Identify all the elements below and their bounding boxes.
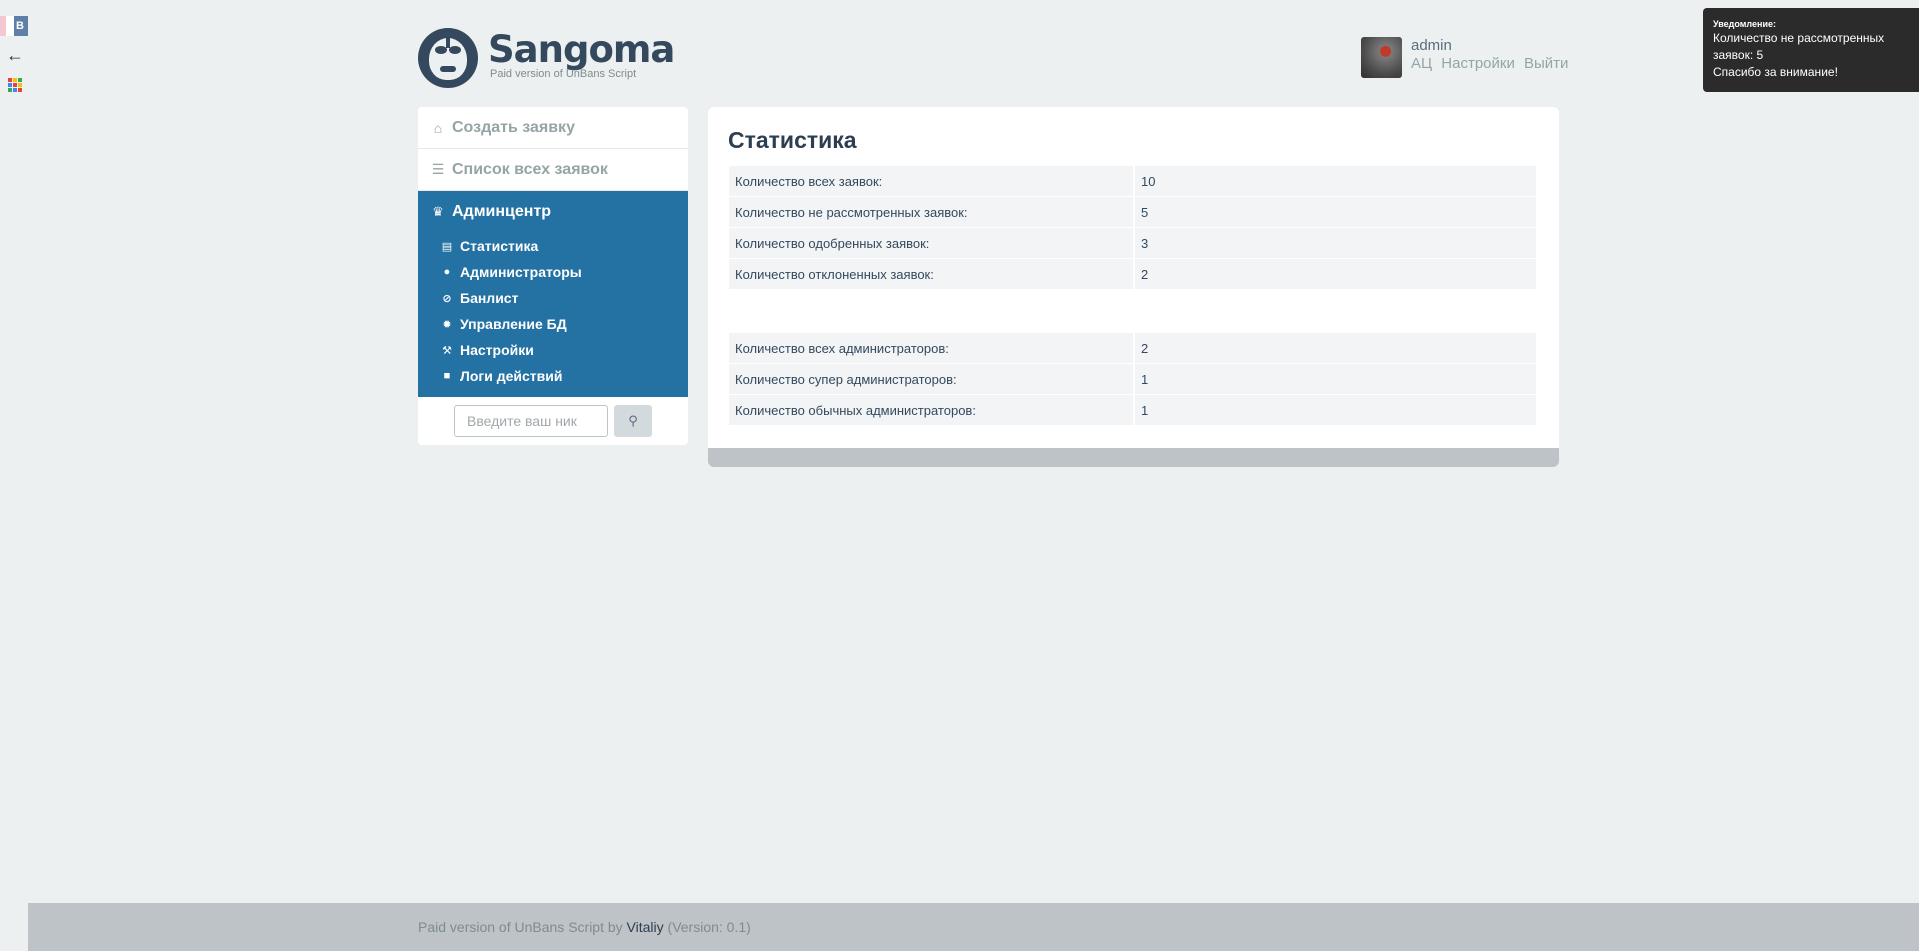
stat-value: 10 [1135, 166, 1536, 197]
sidebar-item-label: Управление БД [460, 316, 567, 332]
sidebar-item-db-management[interactable]: ✹ Управление БД [418, 311, 688, 337]
stat-label: Количество отклоненных заявок: [729, 259, 1135, 290]
search-icon: ⚲ [628, 413, 638, 428]
home-icon: ⌂ [433, 119, 443, 136]
sidebar-item-statistics[interactable]: ▤ Статистика [418, 233, 688, 259]
nav-admin-center-label: Админцентр [452, 203, 552, 220]
sidebar-item-action-logs[interactable]: ■ Логи действий [418, 363, 688, 389]
notification-line2: Спасибо за внимание! [1713, 65, 1838, 79]
table-row: Количество всех администраторов: 2 [729, 333, 1536, 364]
table-row: Количество отклоненных заявок: 2 [729, 259, 1536, 290]
footer-prefix: Paid version of UnBans Script by [418, 919, 627, 935]
user-icon: ● [443, 266, 451, 278]
avatar[interactable] [1361, 37, 1402, 78]
stat-label: Количество супер администраторов: [729, 364, 1135, 395]
link-admin-center[interactable]: АЦ [1411, 55, 1432, 72]
sidebar-item-label: Логи действий [460, 368, 563, 384]
table-row: Количество не рассмотренных заявок: 5 [729, 197, 1536, 228]
statistics-panel: Статистика Количество всех заявок: 10 Ко… [708, 107, 1559, 467]
page-title: Статистика [728, 127, 857, 153]
stat-value: 1 [1135, 395, 1536, 426]
sidebar-item-label: Настройки [460, 342, 534, 358]
apps-grid-icon[interactable] [8, 78, 22, 92]
nav-admin-center[interactable]: ♛ Админцентр [418, 191, 688, 233]
link-settings[interactable]: Настройки [1441, 55, 1515, 72]
browser-tab-b[interactable]: B [0, 16, 28, 36]
footer-author-link[interactable]: Vitaliy [627, 919, 664, 935]
user-box: admin АЦ Настройки Выйти [1361, 37, 1573, 78]
table-row: Количество обычных администраторов: 1 [729, 395, 1536, 426]
nav-create-request-label: Создать заявку [452, 118, 575, 136]
logo-title: Sangoma [488, 28, 675, 71]
apps-grid-dot [18, 88, 22, 92]
apps-grid-dot [13, 83, 17, 87]
link-logout[interactable]: Выйти [1524, 55, 1568, 72]
panel-footer-bar [708, 448, 1559, 467]
browser-side-strip: B ← [0, 0, 28, 951]
notification-popup[interactable]: Уведомление: Количество не рассмотренных… [1703, 8, 1919, 92]
crown-icon: ♛ [432, 204, 444, 219]
notification-line1: Количество не рассмотренных заявок: 5 [1713, 31, 1885, 62]
site-logo[interactable]: Sangoma Paid version of UnBans Script [418, 28, 675, 88]
user-name[interactable]: admin [1411, 37, 1573, 55]
page-footer: Paid version of UnBans Script by Vitaliy… [28, 903, 1919, 951]
admin-center-section: ♛ Админцентр ▤ Статистика ● Администрато… [418, 191, 688, 397]
nav-request-list-label: Список всех заявок [452, 160, 608, 178]
nick-search-button[interactable]: ⚲ [614, 405, 652, 437]
table-row: Количество всех заявок: 10 [729, 166, 1536, 197]
stat-label: Количество всех администраторов: [729, 333, 1135, 364]
clipboard-icon: ▤ [441, 240, 453, 253]
stat-value: 5 [1135, 197, 1536, 228]
nav-create-request[interactable]: ⌂ Создать заявку [418, 107, 688, 149]
sidebar-item-administrators[interactable]: ● Администраторы [418, 259, 688, 285]
wrench-icon: ⚒ [442, 344, 452, 357]
gear-icon: ✹ [442, 318, 452, 331]
sidebar: ⌂ Создать заявку ☰ Список всех заявок ♛ … [418, 107, 688, 445]
apps-grid-dot [8, 83, 12, 87]
sidebar-item-label: Администраторы [460, 264, 582, 280]
stat-value: 3 [1135, 228, 1536, 259]
stat-label: Количество одобренных заявок: [729, 228, 1135, 259]
table-row: Количество супер администраторов: 1 [729, 364, 1536, 395]
sidebar-item-label: Статистика [460, 238, 539, 254]
sidebar-item-settings[interactable]: ⚒ Настройки [418, 337, 688, 363]
luchador-mask-icon [418, 28, 478, 88]
stat-label: Количество не рассмотренных заявок: [729, 197, 1135, 228]
apps-grid-dot [18, 78, 22, 82]
apps-grid-dot [8, 88, 12, 92]
stat-label: Количество обычных администраторов: [729, 395, 1135, 426]
stat-value: 2 [1135, 259, 1536, 290]
apps-grid-dot [13, 78, 17, 82]
list-icon: ☰ [431, 161, 445, 177]
table-row: Количество одобренных заявок: 3 [729, 228, 1536, 259]
requests-stats-table: Количество всех заявок: 10 Количество не… [729, 166, 1536, 290]
apps-grid-dot [13, 88, 17, 92]
stat-value: 1 [1135, 364, 1536, 395]
footer-version: (Version: 0.1) [663, 919, 751, 935]
nav-request-list[interactable]: ☰ Список всех заявок [418, 149, 688, 191]
nick-search: ⚲ [418, 397, 688, 445]
sidebar-item-banlist[interactable]: ⊘ Банлист [418, 285, 688, 311]
apps-grid-dot [8, 78, 12, 82]
ban-icon: ⊘ [442, 292, 452, 305]
sidebar-item-label: Банлист [460, 290, 519, 306]
nick-search-input[interactable] [454, 405, 608, 437]
admins-stats-table: Количество всех администраторов: 2 Колич… [729, 333, 1536, 426]
stat-label: Количество всех заявок: [729, 166, 1135, 197]
notification-title: Уведомление: [1713, 19, 1776, 29]
stat-value: 2 [1135, 333, 1536, 364]
log-icon: ■ [443, 370, 451, 382]
apps-grid-dot [18, 83, 22, 87]
arrow-left-icon[interactable]: ← [6, 46, 24, 64]
